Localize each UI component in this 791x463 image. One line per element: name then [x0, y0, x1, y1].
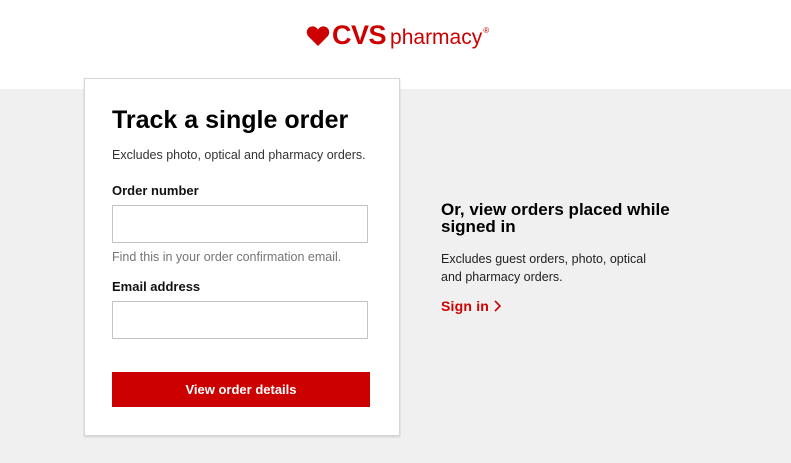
logo-brand-text: CVS	[332, 20, 387, 50]
sign-in-label: Sign in	[441, 298, 490, 314]
track-order-card: Track a single order Excludes photo, opt…	[84, 78, 400, 436]
order-number-label: Order number	[112, 183, 199, 198]
email-input[interactable]	[112, 301, 368, 339]
cvs-pharmacy-logo[interactable]: CVS pharmacy ®	[306, 20, 489, 50]
order-number-input[interactable]	[112, 205, 368, 243]
chevron-right-icon	[494, 300, 502, 312]
page: CVS pharmacy ® Track a single order Excl…	[0, 0, 791, 463]
view-order-details-button[interactable]: View order details	[112, 372, 370, 407]
logo-sub-text: pharmacy	[390, 26, 483, 49]
order-number-hint: Find this in your order confirmation ema…	[112, 250, 342, 264]
signed-in-section: Or, view orders placed while signed in E…	[441, 201, 681, 316]
sign-in-link[interactable]: Sign in	[441, 298, 502, 314]
email-label: Email address	[112, 279, 201, 294]
signed-in-title: Or, view orders placed while signed in	[441, 200, 670, 236]
heart-icon	[306, 26, 330, 46]
header: CVS pharmacy ®	[0, 0, 791, 89]
card-title: Track a single order	[112, 106, 349, 134]
signed-in-text: Excludes guest orders, photo, optical an…	[441, 252, 646, 284]
card-subtitle: Excludes photo, optical and pharmacy ord…	[112, 148, 366, 162]
registered-mark: ®	[483, 26, 490, 35]
